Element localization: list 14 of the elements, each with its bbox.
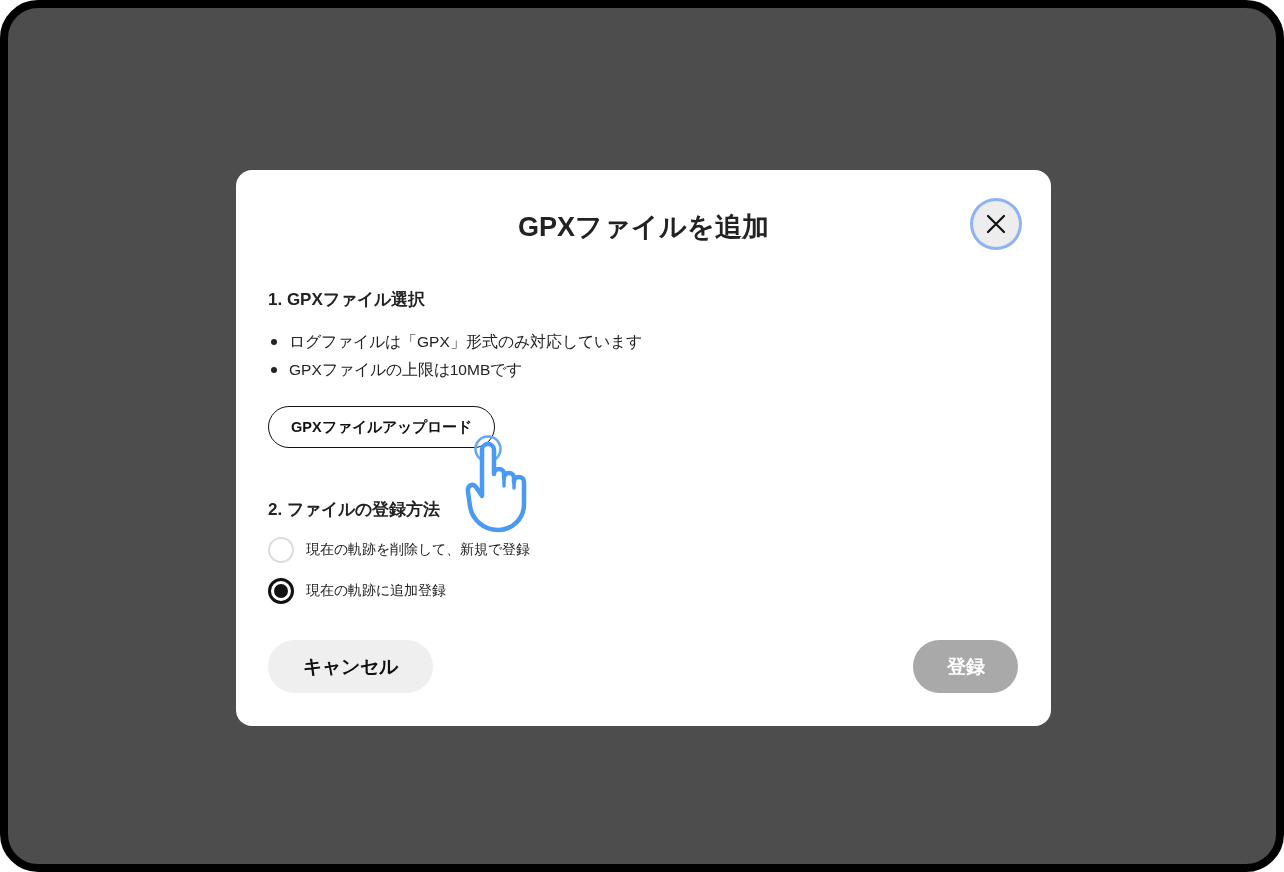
note-text: GPXファイルの上限は10MBです bbox=[289, 359, 523, 380]
close-icon bbox=[986, 214, 1006, 234]
dialog-title: GPXファイルを追加 bbox=[518, 211, 769, 244]
cancel-button[interactable]: キャンセル bbox=[268, 640, 433, 693]
bullet-icon bbox=[271, 367, 277, 373]
upload-button[interactable]: GPXファイルアップロード bbox=[268, 406, 495, 448]
close-button[interactable] bbox=[973, 201, 1019, 247]
radio-label[interactable]: 現在の軌跡を削除して、新規で登録 bbox=[306, 541, 530, 559]
note-text: ログファイルは「GPX」形式のみ対応しています bbox=[289, 331, 642, 352]
section-heading: 1. GPXファイル選択 bbox=[268, 289, 425, 311]
radio-button[interactable] bbox=[268, 578, 294, 604]
section-heading: 2. ファイルの登録方法 bbox=[268, 499, 440, 521]
radio-label[interactable]: 現在の軌跡に追加登録 bbox=[306, 582, 446, 600]
bullet-icon bbox=[271, 339, 277, 345]
